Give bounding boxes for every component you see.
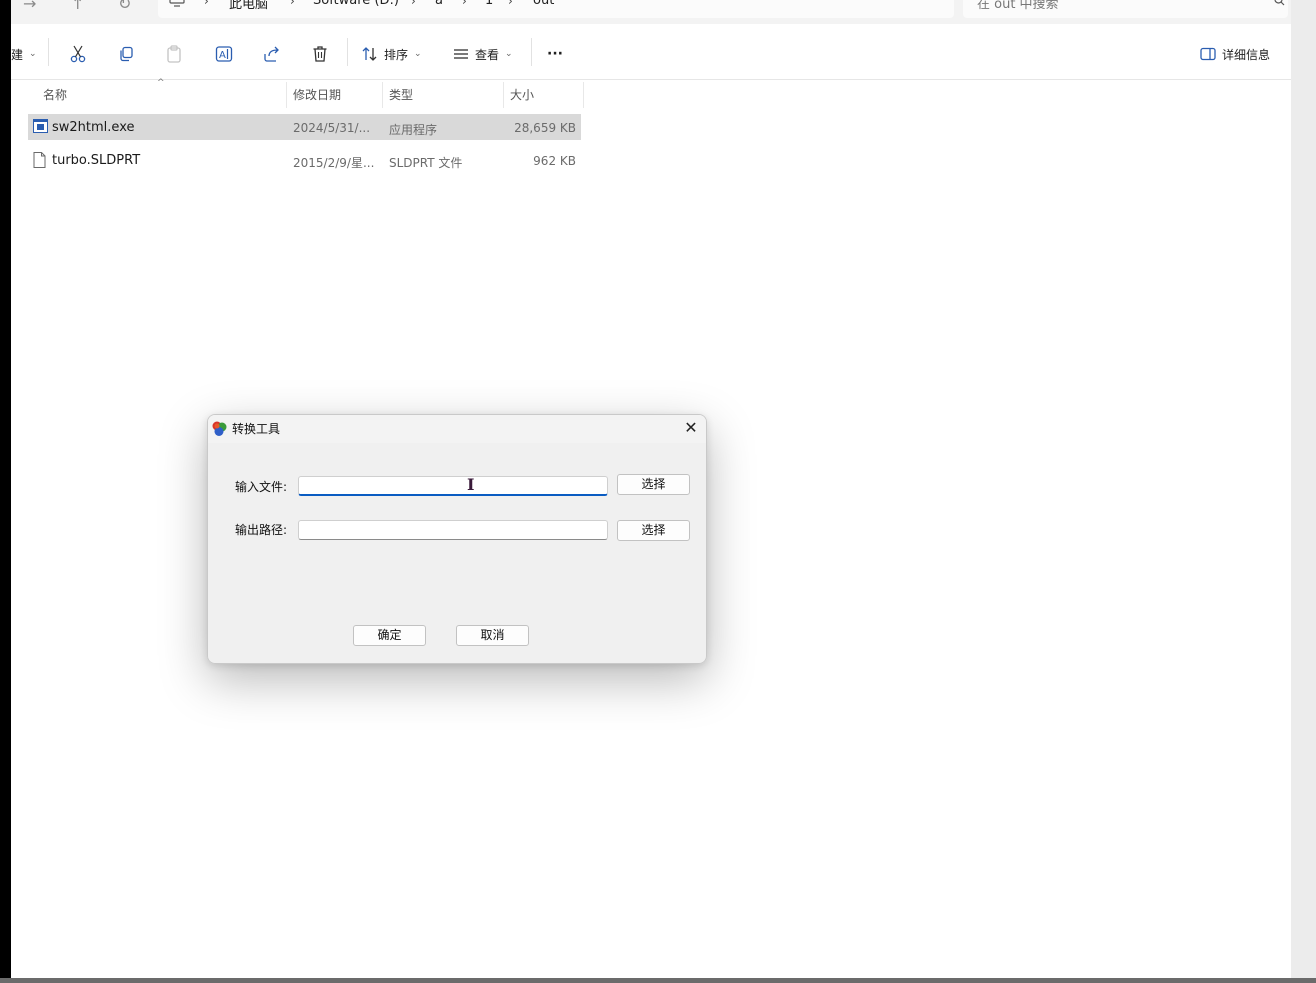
file-type: 应用程序 — [389, 123, 438, 137]
column-divider[interactable] — [503, 82, 504, 108]
output-path-label: 输出路径: — [235, 523, 288, 537]
column-header-type[interactable]: 类型 — [389, 86, 413, 103]
dialog-title-bar[interactable]: 转换工具 ✕ — [208, 415, 706, 443]
column-header-name[interactable]: 名称 — [43, 86, 67, 103]
share-button[interactable] — [263, 44, 281, 64]
view-button[interactable]: 查看 ⌄ — [453, 44, 513, 64]
view-label: 查看 — [475, 47, 500, 62]
column-divider[interactable] — [382, 82, 383, 108]
forward-icon[interactable]: → — [23, 0, 36, 13]
address-bar[interactable] — [158, 0, 954, 18]
details-pane-button[interactable]: 详细信息 — [1200, 44, 1270, 64]
details-pane-icon — [1200, 47, 1216, 61]
chevron-right-icon: › — [204, 0, 209, 8]
screen-right-edge — [1291, 0, 1316, 983]
chevron-right-icon: › — [290, 0, 295, 8]
chevron-down-icon: ⌄ — [29, 49, 37, 59]
new-button[interactable]: 建 ⌄ — [11, 44, 37, 64]
toolbar-divider — [531, 38, 532, 66]
column-divider[interactable] — [286, 82, 287, 108]
chevron-right-icon: › — [411, 0, 416, 8]
file-row[interactable]: turbo.SLDPRT 2015/2/9/星... SLDPRT 文件 962… — [28, 147, 581, 173]
sort-icon — [362, 46, 378, 62]
close-icon[interactable]: ✕ — [682, 419, 700, 437]
sort-label: 排序 — [384, 47, 409, 62]
view-list-icon — [453, 47, 469, 61]
clipboard-icon — [166, 45, 182, 63]
dialog-title: 转换工具 — [232, 422, 281, 436]
share-icon — [263, 46, 281, 62]
app-logo-icon — [211, 420, 228, 441]
sort-ascending-icon: ^ — [157, 78, 165, 88]
rename-button[interactable]: A — [215, 44, 233, 64]
breadcrumb-drive[interactable]: Software (D:) — [313, 0, 399, 8]
exe-icon — [33, 119, 48, 137]
breadcrumb-out[interactable]: out — [533, 0, 554, 8]
column-divider[interactable] — [583, 82, 584, 108]
search-placeholder[interactable]: 在 out 中搜索 — [977, 0, 1059, 12]
cancel-button[interactable]: 取消 — [456, 625, 529, 646]
cut-button[interactable] — [70, 44, 86, 64]
address-bar-row: → ↑ ↻ › 此电脑 › Software (D:) › a › 1 › ou… — [11, 0, 1291, 24]
trash-icon — [312, 45, 328, 63]
output-path-browse-button[interactable]: 选择 — [617, 520, 690, 541]
breadcrumb-a[interactable]: a — [435, 0, 443, 8]
copy-icon — [118, 46, 134, 62]
chevron-down-icon: ⌄ — [414, 49, 422, 59]
rename-icon: A — [215, 45, 233, 63]
file-modified: 2024/5/31/... — [293, 121, 371, 135]
file-row[interactable]: sw2html.exe 2024/5/31/... 应用程序 28,659 KB — [28, 114, 581, 140]
file-modified: 2015/2/9/星... — [293, 156, 375, 170]
conversion-dialog: 转换工具 ✕ 输入文件: I 选择 输出路径: 选择 确定 取消 — [207, 414, 707, 664]
delete-button[interactable] — [312, 44, 328, 64]
file-name[interactable]: sw2html.exe — [52, 120, 134, 135]
toolbar-divider — [48, 38, 49, 66]
new-label: 建 — [11, 47, 24, 62]
screen-bottom-edge — [0, 978, 1316, 983]
input-file-label: 输入文件: — [235, 480, 288, 494]
chevron-right-icon: › — [508, 0, 513, 8]
more-options-icon: ··· — [547, 46, 563, 62]
up-icon[interactable]: ↑ — [71, 0, 84, 13]
file-name[interactable]: turbo.SLDPRT — [52, 153, 140, 168]
breadcrumb-this-pc[interactable]: 此电脑 — [229, 0, 268, 12]
details-pane-label: 详细信息 — [1222, 47, 1271, 62]
file-type: SLDPRT 文件 — [389, 156, 463, 170]
input-file-browse-button[interactable]: 选择 — [617, 474, 690, 495]
input-file-field[interactable] — [298, 476, 608, 496]
refresh-icon[interactable]: ↻ — [118, 0, 131, 13]
document-icon — [33, 152, 46, 172]
file-size: 962 KB — [533, 154, 576, 168]
paste-button[interactable] — [166, 44, 182, 64]
output-path-field[interactable] — [298, 520, 608, 540]
screen-left-edge — [0, 0, 11, 983]
command-bar: 建 ⌄ A 排序 ⌄ 查看 ⌄ ··· 详细信息 — [11, 24, 1291, 80]
svg-text:A: A — [219, 50, 226, 61]
breadcrumb-1[interactable]: 1 — [485, 0, 493, 8]
chevron-down-icon: ⌄ — [505, 49, 513, 59]
ok-button[interactable]: 确定 — [353, 625, 426, 646]
sort-button[interactable]: 排序 ⌄ — [362, 44, 422, 64]
scissors-icon — [70, 45, 86, 63]
this-pc-icon — [169, 0, 185, 11]
copy-button[interactable] — [118, 44, 134, 64]
chevron-right-icon: › — [462, 0, 467, 8]
column-header-modified[interactable]: 修改日期 — [293, 86, 341, 103]
more-options-button[interactable]: ··· — [547, 44, 563, 64]
search-icon[interactable] — [1274, 0, 1285, 9]
column-header-size[interactable]: 大小 — [510, 86, 534, 103]
toolbar-divider — [347, 38, 348, 66]
file-size: 28,659 KB — [514, 121, 576, 135]
text-cursor-icon: I — [467, 475, 475, 494]
